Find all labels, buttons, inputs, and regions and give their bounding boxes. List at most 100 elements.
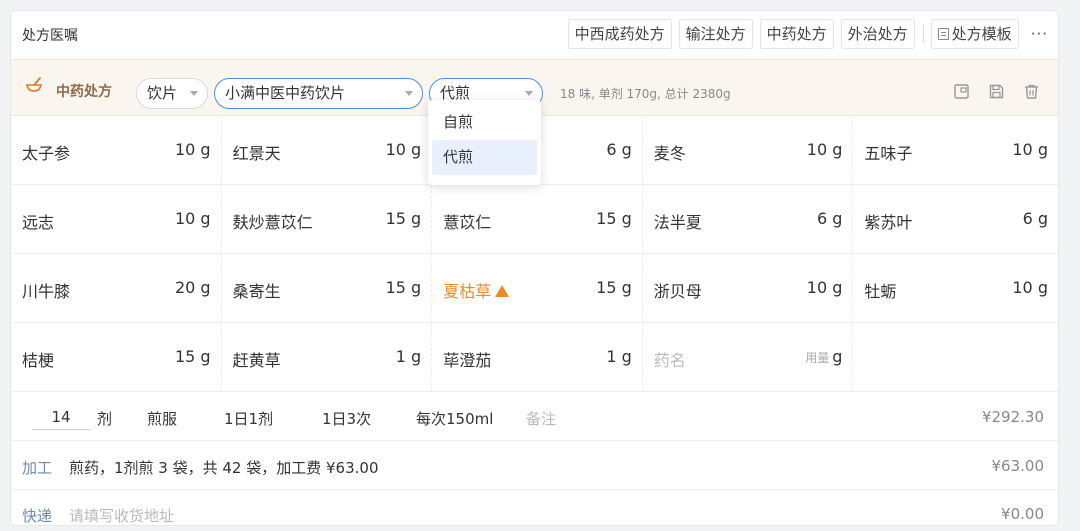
pharmacy-select[interactable]: 小满中医中药饮片 (214, 78, 423, 109)
herb-name[interactable]: 薏苡仁 (443, 209, 491, 233)
herb-name[interactable]: 赶黄草 (233, 347, 281, 371)
usage-method-select[interactable]: 煎服 (147, 408, 177, 429)
herb-name[interactable]: 远志 (22, 209, 54, 233)
herb-cell[interactable]: 薏苡仁 15 g (432, 185, 643, 253)
herb-cell[interactable]: 五味子 10 g (853, 116, 1058, 184)
herb-name-text: 夏枯草 (443, 282, 492, 301)
processing-label[interactable]: 加工 (22, 457, 52, 478)
herb-cell[interactable]: 桔梗 15 g (11, 323, 222, 391)
tab-divider (922, 25, 924, 43)
herb-name[interactable]: 法半夏 (654, 209, 702, 233)
dropdown-option-agent[interactable]: 代煎 (432, 140, 537, 175)
herb-cell[interactable]: 荜澄茄 1 g (432, 323, 643, 391)
herb-name[interactable]: 太子参 (22, 140, 70, 164)
herb-name[interactable]: 牡蛎 (864, 278, 896, 302)
tab-western-medicine[interactable]: 中西成药处方 (567, 19, 672, 49)
herb-cell[interactable]: 桑寄生 15 g (222, 254, 433, 322)
herb-cell[interactable]: 紫苏叶 6 g (853, 185, 1058, 253)
herb-name[interactable]: 川牛膝 (22, 278, 70, 302)
save-icon[interactable] (988, 83, 1005, 100)
herb-cell[interactable]: 麸炒薏苡仁 15 g (222, 185, 433, 253)
tab-infusion[interactable]: 输注处方 (678, 19, 753, 49)
warning-icon[interactable] (495, 284, 510, 297)
processing-fee: ¥63.00 (991, 457, 1045, 475)
chevron-down-icon (405, 91, 413, 96)
pharmacy-select-value: 小满中医中药饮片 (225, 84, 346, 102)
template-button[interactable]: 处方模板 (930, 19, 1019, 49)
herb-dose[interactable]: 20 g (175, 278, 211, 297)
herb-dose[interactable]: 10 g (175, 140, 211, 159)
dropdown-option-self[interactable]: 自煎 (432, 105, 537, 140)
decoction-dropdown: 自煎 代煎 (428, 100, 541, 185)
herb-dose[interactable]: 15 g (175, 347, 211, 366)
herb-dose[interactable]: 15 g (596, 278, 632, 297)
herb-cell[interactable]: 夏枯草 15 g (432, 254, 643, 322)
herb-cell[interactable]: 法半夏 6 g (643, 185, 854, 253)
processing-detail[interactable]: 煎药，1剂煎 3 袋，共 42 袋，加工费 ¥63.00 (69, 457, 379, 478)
prescription-type-tabs: 中西成药处方 输注处方 中药处方 外治处方 处方模板 ··· (561, 19, 1048, 49)
herb-name[interactable]: 荜澄茄 (443, 347, 491, 371)
herb-name[interactable]: 五味子 (864, 140, 912, 164)
herb-name[interactable]: 红景天 (233, 140, 281, 164)
tab-external-treatment[interactable]: 外治处方 (840, 19, 915, 49)
chevron-down-icon (190, 91, 198, 96)
herb-name-warning[interactable]: 夏枯草 (443, 278, 510, 302)
tab-chinese-herbal[interactable]: 中药处方 (759, 19, 834, 49)
template-label: 处方模板 (951, 25, 1012, 43)
herb-dose[interactable]: 6 g (817, 209, 842, 228)
herb-name[interactable]: 麸炒薏苡仁 (233, 209, 313, 233)
herb-cell-empty[interactable]: 药名 用量 g (643, 323, 854, 391)
herb-cell[interactable]: 川牛膝 20 g (11, 254, 222, 322)
herb-dose[interactable]: 1 g (606, 347, 631, 366)
herb-dose[interactable]: 15 g (386, 209, 422, 228)
herb-name[interactable]: 麦冬 (654, 140, 686, 164)
herb-dose[interactable]: 1 g (396, 347, 421, 366)
herb-row: 远志 10 g 麸炒薏苡仁 15 g 薏苡仁 15 g 法半夏 6 g 紫苏叶 6 g (11, 185, 1058, 254)
herb-dose[interactable]: 15 g (386, 278, 422, 297)
processing-row[interactable]: 加工 煎药，1剂煎 3 袋，共 42 袋，加工费 ¥63.00 ¥63.00 (11, 442, 1058, 490)
frequency-select[interactable]: 1日1剂 (224, 408, 273, 429)
delivery-row[interactable]: 快递 请填写收货地址 ¥0.00 (11, 490, 1058, 531)
delivery-fee: ¥0.00 (1001, 505, 1044, 523)
times-per-day-select[interactable]: 1日3次 (322, 408, 371, 429)
herb-dose[interactable]: 10 g (807, 140, 843, 159)
herb-dose[interactable]: 10 g (175, 209, 211, 228)
herb-cell[interactable]: 红景天 10 g (222, 116, 433, 184)
note-input[interactable]: 备注 (526, 408, 556, 429)
herb-dose-input[interactable]: 用量 g (805, 347, 842, 366)
herb-row: 桔梗 15 g 赶黄草 1 g 荜澄茄 1 g 药名 用量 g (11, 323, 1058, 392)
herb-name-input[interactable]: 药名 (654, 347, 686, 371)
form-select[interactable]: 饮片 (136, 78, 208, 109)
herb-name[interactable]: 紫苏叶 (864, 209, 912, 233)
herb-dose[interactable]: 10 g (1012, 140, 1048, 159)
herb-dose[interactable]: 6 g (606, 140, 631, 159)
herb-dose[interactable]: 10 g (807, 278, 843, 297)
quantity-input[interactable]: 14 (32, 406, 90, 430)
card-header: 处方医嘱 中西成药处方 输注处方 中药处方 外治处方 处方模板 ··· (11, 11, 1058, 58)
herb-dose[interactable]: 6 g (1023, 209, 1048, 228)
herb-name[interactable]: 桔梗 (22, 347, 54, 371)
trash-icon[interactable] (1023, 83, 1040, 100)
herb-cell[interactable]: 远志 10 g (11, 185, 222, 253)
herb-name[interactable]: 浙贝母 (654, 278, 702, 302)
form-select-value: 饮片 (147, 84, 178, 102)
herb-price: ¥292.30 (981, 408, 1044, 426)
herb-cell[interactable]: 浙贝母 10 g (643, 254, 854, 322)
herb-dose[interactable]: 15 g (596, 209, 632, 228)
herb-cell[interactable]: 牡蛎 10 g (853, 254, 1058, 322)
template-icon (937, 28, 949, 40)
herb-cell-blank (853, 323, 1058, 391)
herb-dose[interactable]: 10 g (1012, 278, 1048, 297)
herb-cell[interactable]: 麦冬 10 g (643, 116, 854, 184)
herb-name[interactable]: 桑寄生 (233, 278, 281, 302)
window-icon[interactable] (953, 83, 970, 100)
chevron-down-icon (525, 91, 533, 96)
more-icon[interactable]: ··· (1031, 25, 1048, 43)
herb-cell[interactable]: 太子参 10 g (11, 116, 222, 184)
herb-cell[interactable]: 赶黄草 1 g (222, 323, 433, 391)
delivery-label[interactable]: 快递 (22, 505, 52, 526)
dosage-each-select[interactable]: 每次150ml (416, 408, 493, 429)
herb-dose[interactable]: 10 g (386, 140, 422, 159)
mortar-icon (26, 77, 42, 92)
address-input[interactable]: 请填写收货地址 (69, 505, 174, 526)
